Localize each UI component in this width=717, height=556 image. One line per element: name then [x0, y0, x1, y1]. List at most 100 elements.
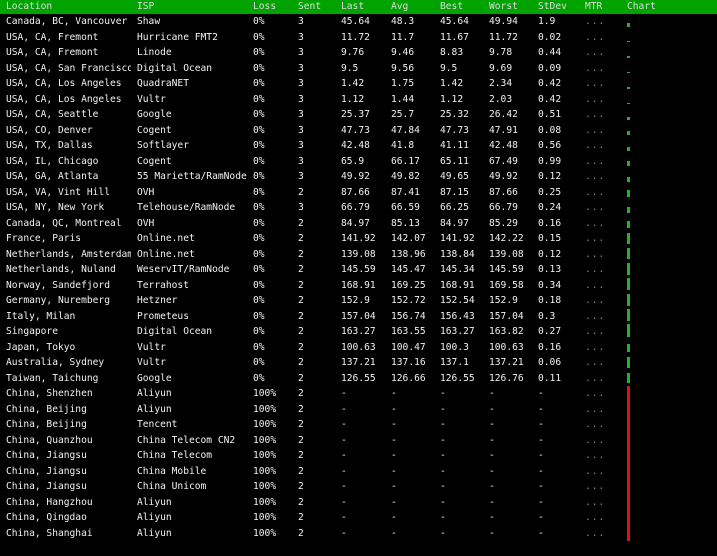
- mtr-link[interactable]: ...: [579, 216, 621, 232]
- mtr-link[interactable]: ...: [579, 402, 621, 418]
- mtr-link[interactable]: ...: [579, 510, 621, 526]
- mtr-link[interactable]: ...: [579, 448, 621, 464]
- stdev-cell: 0.51: [538, 109, 562, 120]
- mtr-link[interactable]: ...: [579, 169, 621, 185]
- latency-chart-cell: [621, 479, 717, 495]
- mtr-link[interactable]: ...: [579, 154, 621, 170]
- best-cell: 100.3: [440, 341, 469, 353]
- mtr-link[interactable]: ...: [579, 107, 621, 123]
- column-header-sent[interactable]: Sent: [292, 0, 335, 14]
- table-row[interactable]: USA, IL, Chicago Cogent 0% 3 65.9 66.17 65.11 6…: [0, 154, 717, 170]
- mtr-link[interactable]: ...: [579, 30, 621, 46]
- mtr-link[interactable]: ...: [579, 185, 621, 201]
- column-header-best[interactable]: Best: [434, 0, 483, 14]
- table-row[interactable]: China, Jiangsu China Telecom 100% 2 - - - - -...: [0, 448, 717, 464]
- location-cell: USA, CA, Los Angeles: [6, 93, 122, 105]
- mtr-link[interactable]: ...: [579, 355, 621, 371]
- worst-cell: 85.29: [489, 217, 518, 229]
- latency-bar: [627, 232, 630, 244]
- mtr-link[interactable]: ...: [579, 123, 621, 139]
- table-row[interactable]: Netherlands, Nuland WeservIT/RamNode 0% 2 14…: [0, 262, 717, 278]
- table-row[interactable]: Australia, Sydney Vultr 0% 2 137.21 137.16 137…: [0, 355, 717, 371]
- mtr-link[interactable]: ...: [579, 76, 621, 92]
- table-row[interactable]: China, Shanghai Aliyun 100% 2 - - - - -...: [0, 525, 717, 542]
- table-row[interactable]: Netherlands, Amsterdam Online.net 0% 2 139.0…: [0, 247, 717, 263]
- mtr-link[interactable]: ...: [579, 417, 621, 433]
- table-row[interactable]: China, Shenzhen Aliyun 100% 2 - - - - -...: [0, 386, 717, 402]
- loss-cell: 0%: [253, 264, 265, 275]
- location-cell: China, Jiangsu: [6, 465, 87, 477]
- mtr-link[interactable]: ...: [579, 371, 621, 387]
- column-header-location[interactable]: Location: [0, 0, 131, 14]
- mtr-link[interactable]: ...: [579, 231, 621, 247]
- location-cell: Norway, Sandefjord: [6, 279, 110, 291]
- table-row[interactable]: Canada, BC, Vancouver Shaw 0% 3 45.64 48.3 45.…: [0, 14, 717, 30]
- mtr-link[interactable]: ...: [579, 433, 621, 449]
- table-row[interactable]: France, Paris Online.net 0% 2 141.92 142.07 14…: [0, 231, 717, 247]
- latency-chart-cell: [621, 92, 717, 108]
- table-row[interactable]: USA, GA, Atlanta 55 Marietta/RamNode 0% 3 49…: [0, 169, 717, 185]
- mtr-link[interactable]: ...: [579, 14, 621, 30]
- table-row[interactable]: Singapore Digital Ocean 0% 2 163.27 163.55 163…: [0, 324, 717, 340]
- stdev-cell: 0.16: [538, 341, 562, 353]
- column-header-mtr[interactable]: MTR: [579, 0, 621, 14]
- loss-cell: 0%: [253, 47, 265, 58]
- table-row[interactable]: USA, CA, Los Angeles QuadraNET 0% 3 1.42 1.75…: [0, 76, 717, 92]
- latency-chart-cell: [621, 154, 717, 170]
- mtr-link[interactable]: ...: [579, 92, 621, 108]
- latency-chart-cell: [621, 216, 717, 232]
- mtr-link[interactable]: ...: [579, 495, 621, 511]
- table-row[interactable]: USA, CA, Fremont Linode 0% 3 9.76 9.46 8.83 9.7…: [0, 45, 717, 61]
- table-row[interactable]: USA, CA, San Francisco Digital Ocean 0% 3 9.…: [0, 61, 717, 77]
- isp-cell: Cogent: [137, 155, 172, 167]
- mtr-link[interactable]: ...: [579, 138, 621, 154]
- table-row[interactable]: Norway, Sandefjord Terrahost 0% 2 168.91 169.…: [0, 277, 717, 294]
- column-header-avg[interactable]: Avg: [385, 0, 434, 14]
- latency-bar: [627, 22, 630, 27]
- location-cell: USA, GA, Atlanta: [6, 171, 99, 182]
- sent-cell: 2: [298, 403, 304, 415]
- mtr-link[interactable]: ...: [579, 293, 621, 309]
- mtr-link[interactable]: ...: [579, 278, 621, 294]
- table-row[interactable]: China, Hangzhou Aliyun 100% 2 - - - - -...: [0, 494, 717, 511]
- table-row[interactable]: Italy, Milan Prometeus 0% 2 157.04 156.74 156.…: [0, 309, 717, 325]
- mtr-link[interactable]: ...: [579, 309, 621, 325]
- table-row[interactable]: China, Beijing Aliyun 100% 2 - - - - -...: [0, 401, 717, 418]
- sent-cell: 2: [298, 512, 304, 523]
- mtr-link[interactable]: ...: [579, 262, 621, 278]
- worst-cell: 42.48: [489, 140, 518, 151]
- mtr-link[interactable]: ...: [579, 324, 621, 340]
- column-header-loss[interactable]: Loss: [247, 0, 292, 14]
- table-row[interactable]: USA, NY, New York Telehouse/RamNode 0% 3 66.…: [0, 200, 717, 216]
- table-row[interactable]: Germany, Nuremberg Hetzner 0% 2 152.9 152.72 1…: [0, 293, 717, 309]
- table-row[interactable]: Taiwan, Taichung Google 0% 2 126.55 126.66 126…: [0, 371, 717, 387]
- mtr-link[interactable]: ...: [579, 526, 621, 542]
- table-row[interactable]: USA, CA, Fremont Hurricane FMT2 0% 3 11.72 11…: [0, 30, 717, 46]
- loss-cell: 0%: [253, 16, 265, 27]
- column-header-isp[interactable]: ISP: [131, 0, 247, 14]
- mtr-link[interactable]: ...: [579, 464, 621, 480]
- column-header-worst[interactable]: Worst: [483, 0, 532, 14]
- column-header-stdev[interactable]: StDev: [532, 0, 579, 14]
- table-row[interactable]: Japan, Tokyo Vultr 0% 2 100.63 100.47 100.3 100…: [0, 340, 717, 356]
- table-row[interactable]: USA, CA, Los Angeles Vultr 0% 3 1.12 1.44 1.12…: [0, 92, 717, 108]
- table-row[interactable]: China, Quanzhou China Telecom CN2 100% 2 - - -…: [0, 432, 717, 449]
- mtr-link[interactable]: ...: [579, 386, 621, 402]
- table-row[interactable]: Canada, QC, Montreal OVH 0% 2 84.97 85.13 84.9…: [0, 216, 717, 232]
- mtr-link[interactable]: ...: [579, 61, 621, 77]
- column-header-last[interactable]: Last: [335, 0, 385, 14]
- table-row[interactable]: USA, VA, Vint Hill OVH 0% 2 87.66 87.41 87.15 8…: [0, 185, 717, 201]
- mtr-link[interactable]: ...: [579, 45, 621, 61]
- mtr-link[interactable]: ...: [579, 340, 621, 356]
- best-cell: 138.84: [440, 248, 475, 260]
- table-row[interactable]: China, Qingdao Aliyun 100% 2 - - - - -...: [0, 510, 717, 526]
- table-row[interactable]: China, Jiangsu China Unicom 100% 2 - - - - -...: [0, 479, 717, 495]
- mtr-link[interactable]: ...: [579, 479, 621, 495]
- mtr-link[interactable]: ...: [579, 247, 621, 263]
- table-row[interactable]: USA, TX, Dallas Softlayer 0% 3 42.48 41.8 41.1…: [0, 138, 717, 154]
- table-row[interactable]: China, Beijing Tencent 100% 2 - - - - -...: [0, 417, 717, 433]
- table-row[interactable]: USA, CA, Seattle Google 0% 3 25.37 25.7 25.32 2…: [0, 107, 717, 123]
- table-row[interactable]: China, Jiangsu China Mobile 100% 2 - - - - -...: [0, 463, 717, 480]
- mtr-link[interactable]: ...: [579, 200, 621, 216]
- table-row[interactable]: USA, CO, Denver Cogent 0% 3 47.73 47.84 47.73 4…: [0, 123, 717, 139]
